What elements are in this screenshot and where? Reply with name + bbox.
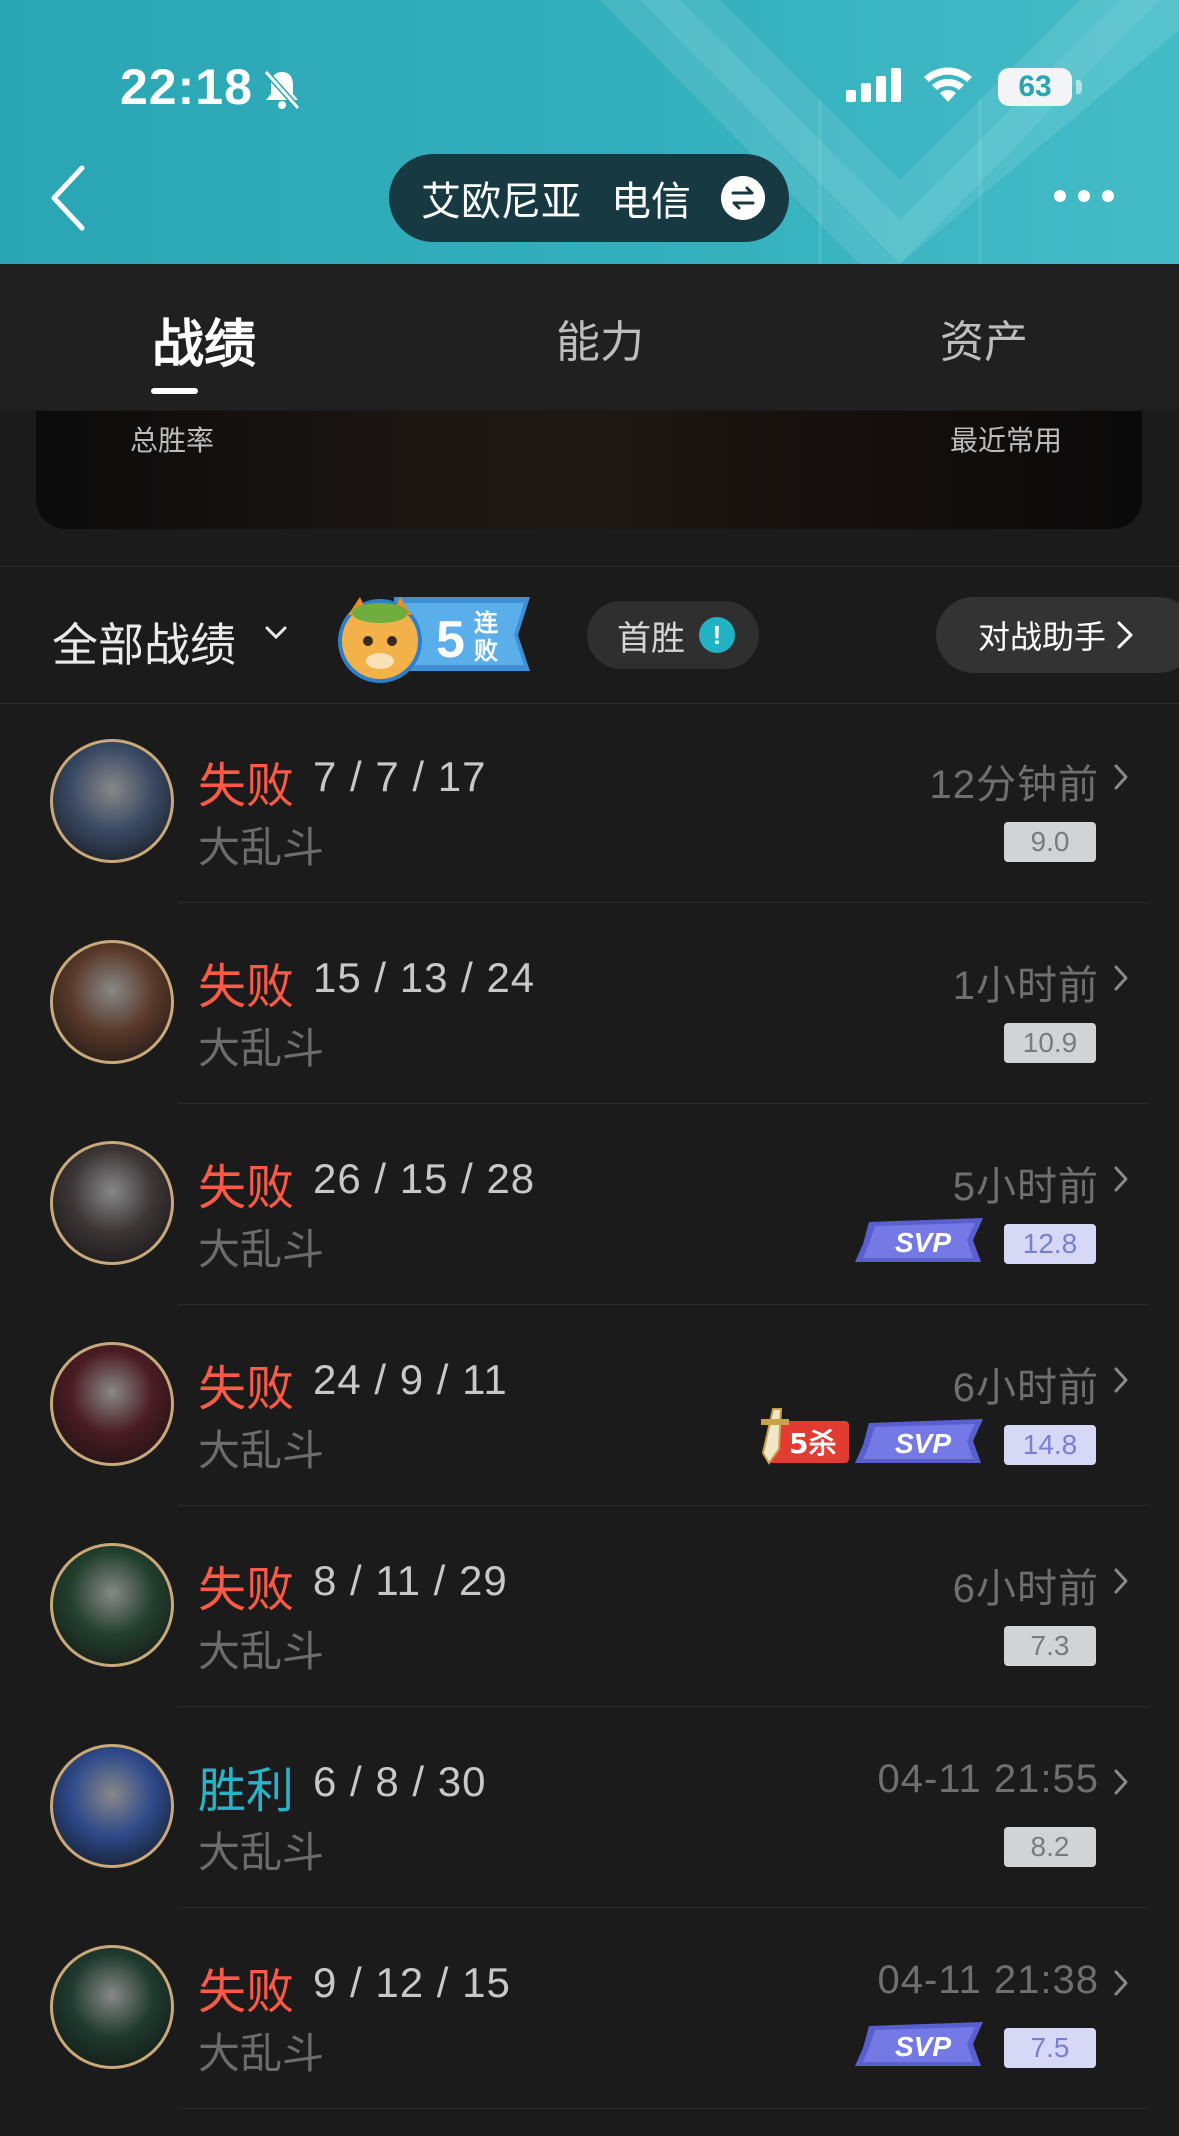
streak-number: 5 <box>436 611 465 669</box>
streak-text-1: 连 <box>474 609 499 637</box>
match-time: 5小时前 <box>952 1165 1099 1209</box>
swap-icon <box>721 176 765 220</box>
match-kda: 26 / 15 / 28 <box>313 1155 536 1202</box>
match-row[interactable]: 胜利 6 / 8 / 30 大乱斗 04-11 21:55 8.2 <box>0 1707 1179 1908</box>
penta-kill-badge: 5杀 <box>761 1408 849 1465</box>
match-score: 12.8 <box>1004 1224 1096 1264</box>
chevron-right-icon <box>1114 1367 1128 1393</box>
match-mode: 大乱斗 <box>198 1829 325 1876</box>
match-kda: 8 / 11 / 29 <box>313 1557 508 1604</box>
server-switcher[interactable]: 艾欧尼亚 电信 <box>389 154 789 242</box>
status-time: 22:18 <box>120 59 253 115</box>
champion-avatar <box>50 1543 174 1667</box>
match-result: 失败 <box>198 1363 295 1416</box>
row-divider <box>178 2108 1149 2109</box>
chevron-right-icon <box>1114 1769 1128 1795</box>
match-kda: 9 / 12 / 15 <box>313 1959 511 2006</box>
svp-label: SVP <box>895 1428 951 1459</box>
wifi-icon <box>924 67 972 102</box>
info-icon: ! <box>699 617 735 653</box>
match-time: 04-11 21:38 <box>877 1958 1099 2002</box>
champion-avatar <box>50 940 174 1064</box>
active-tab-indicator <box>151 388 198 394</box>
champion-avatar <box>50 1342 174 1466</box>
summary-card[interactable]: 总胜率 最近常用 <box>36 411 1142 529</box>
recent-used-label: 最近常用 <box>950 425 1063 456</box>
chevron-right-icon <box>1114 1166 1128 1192</box>
losing-streak-badge: 5 连 败 <box>338 597 530 683</box>
chevron-down-icon[interactable] <box>264 625 288 641</box>
battle-assistant-label: 对战助手 <box>978 619 1107 655</box>
server-isp: 电信 <box>611 180 691 224</box>
svp-badge: SVP <box>855 1218 983 1262</box>
match-mode: 大乱斗 <box>198 2030 325 2077</box>
match-kda: 15 / 13 / 24 <box>313 954 536 1001</box>
chevron-right-icon <box>1117 621 1133 649</box>
battery-tip <box>1076 80 1082 94</box>
champion-avatar <box>50 1744 174 1868</box>
match-time: 12分钟前 <box>929 763 1099 807</box>
match-mode: 大乱斗 <box>198 1226 325 1273</box>
match-time: 1小时前 <box>952 964 1099 1008</box>
match-result: 失败 <box>198 1966 295 2019</box>
match-score: 8.2 <box>1004 1827 1096 1867</box>
first-win-button[interactable]: 首胜 ! <box>587 601 759 669</box>
streak-text-2: 败 <box>474 637 498 665</box>
match-result: 失败 <box>198 760 295 813</box>
bell-muted-icon <box>263 70 301 110</box>
match-result: 失败 <box>198 961 295 1014</box>
battle-assistant-button[interactable]: 对战助手 <box>936 597 1179 673</box>
match-score: 7.5 <box>1004 2028 1096 2068</box>
match-time: 6小时前 <box>952 1366 1099 1410</box>
back-icon[interactable] <box>48 164 88 232</box>
match-row[interactable]: 失败 9 / 12 / 15 大乱斗 04-11 21:38 7.5 SVP <box>0 1908 1179 2109</box>
chevron-right-icon <box>1114 1568 1128 1594</box>
match-score: 10.9 <box>1004 1023 1096 1063</box>
more-icon[interactable] <box>1052 188 1116 204</box>
match-row[interactable]: 失败 15 / 13 / 24 大乱斗 1小时前 10.9 <box>0 903 1179 1104</box>
penta-label: 5杀 <box>789 1427 836 1460</box>
app-header: 22:18 63 艾欧尼亚 电信 <box>0 0 1179 264</box>
chevron-right-icon <box>1114 965 1128 991</box>
svp-badge: SVP <box>855 2022 983 2066</box>
svp-label: SVP <box>895 1227 951 1258</box>
tab-records[interactable]: 战绩 <box>152 302 256 377</box>
match-score: 14.8 <box>1004 1425 1096 1465</box>
match-row[interactable]: 失败 7 / 7 / 17 大乱斗 12分钟前 9.0 <box>0 702 1179 903</box>
match-kda: 7 / 7 / 17 <box>313 753 487 800</box>
first-win-label: 首胜 <box>617 619 685 658</box>
champion-avatar <box>50 1141 174 1265</box>
match-row[interactable]: 失败 26 / 15 / 28 大乱斗 5小时前 12.8 SVP <box>0 1104 1179 1305</box>
filter-bar: 全部战绩 5 连 败 首胜 ! 对战助手 <box>0 566 1179 704</box>
match-result: 失败 <box>198 1564 295 1617</box>
battery-level: 63 <box>998 68 1072 106</box>
match-score: 9.0 <box>1004 822 1096 862</box>
filter-dropdown[interactable]: 全部战绩 <box>52 609 236 675</box>
win-rate-label: 总胜率 <box>130 425 215 456</box>
tab-ability[interactable]: 能力 <box>556 306 644 370</box>
match-mode: 大乱斗 <box>198 1427 325 1474</box>
svp-label: SVP <box>895 2031 951 2062</box>
match-row[interactable]: 失败 8 / 11 / 29 大乱斗 6小时前 7.3 <box>0 1506 1179 1707</box>
match-result: 失败 <box>198 1162 295 1215</box>
match-time: 04-11 21:55 <box>877 1757 1099 1801</box>
match-row[interactable]: 失败 24 / 9 / 11 大乱斗 6小时前 14.8 SVP 5杀 <box>0 1305 1179 1506</box>
chevron-right-icon <box>1114 1970 1128 1996</box>
svp-badge: SVP <box>855 1419 983 1463</box>
match-mode: 大乱斗 <box>198 1025 325 1072</box>
champion-avatar <box>50 1945 174 2069</box>
chevron-right-icon <box>1114 764 1128 790</box>
tab-assets[interactable]: 资产 <box>940 306 1028 370</box>
match-mode: 大乱斗 <box>198 824 325 871</box>
server-name: 艾欧尼亚 <box>421 180 581 224</box>
match-kda: 6 / 8 / 30 <box>313 1758 487 1805</box>
tab-bar: 战绩 能力 资产 <box>0 264 1179 410</box>
match-time: 6小时前 <box>952 1567 1099 1611</box>
match-result: 胜利 <box>198 1765 295 1818</box>
match-mode: 大乱斗 <box>198 1628 325 1675</box>
match-kda: 24 / 9 / 11 <box>313 1356 508 1403</box>
match-score: 7.3 <box>1004 1626 1096 1666</box>
signal-icon <box>846 68 901 102</box>
champion-avatar <box>50 739 174 863</box>
